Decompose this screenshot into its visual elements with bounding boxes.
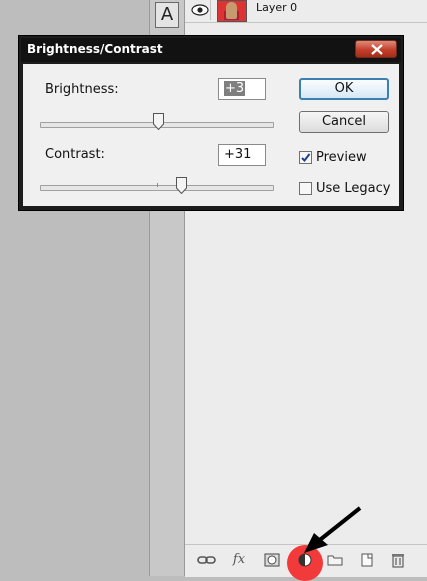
cancel-button[interactable]: Cancel — [299, 111, 389, 133]
close-button[interactable] — [355, 40, 397, 58]
brightness-contrast-dialog: Brightness/Contrast Brightness: +3 Contr… — [18, 35, 404, 211]
eye-icon[interactable] — [188, 0, 211, 20]
link-icon[interactable] — [197, 551, 217, 569]
contrast-label: Contrast: — [45, 147, 105, 162]
layer-row[interactable]: Layer 0 — [185, 0, 427, 23]
contrast-input[interactable]: +31 — [218, 144, 266, 166]
brightness-slider-thumb[interactable] — [152, 113, 164, 130]
fx-icon[interactable]: fx — [229, 551, 249, 569]
close-icon — [371, 44, 383, 55]
brightness-label: Brightness: — [45, 82, 119, 97]
type-tool-button[interactable]: A — [155, 2, 179, 28]
pointer-arrow-icon — [304, 506, 362, 553]
checkmark-icon — [301, 153, 311, 163]
brightness-input[interactable]: +3 — [218, 78, 266, 100]
ok-button[interactable]: OK — [299, 78, 389, 100]
layer-name: Layer 0 — [256, 1, 298, 14]
dialog-titlebar[interactable]: Brightness/Contrast — [21, 38, 401, 62]
use-legacy-label[interactable]: Use Legacy — [316, 181, 391, 196]
dialog-title: Brightness/Contrast — [27, 42, 163, 56]
layer-mask-icon[interactable] — [262, 551, 282, 569]
contrast-slider-thumb[interactable] — [176, 177, 188, 194]
preview-checkbox[interactable] — [299, 151, 312, 164]
dialog-body: Brightness: +3 Contrast: +31 OK Cancel P… — [23, 64, 399, 206]
preview-label[interactable]: Preview — [316, 150, 367, 165]
use-legacy-checkbox[interactable] — [299, 182, 312, 195]
trash-icon[interactable] — [388, 551, 408, 569]
layer-thumbnail — [217, 0, 247, 22]
slider-tick — [157, 183, 158, 187]
